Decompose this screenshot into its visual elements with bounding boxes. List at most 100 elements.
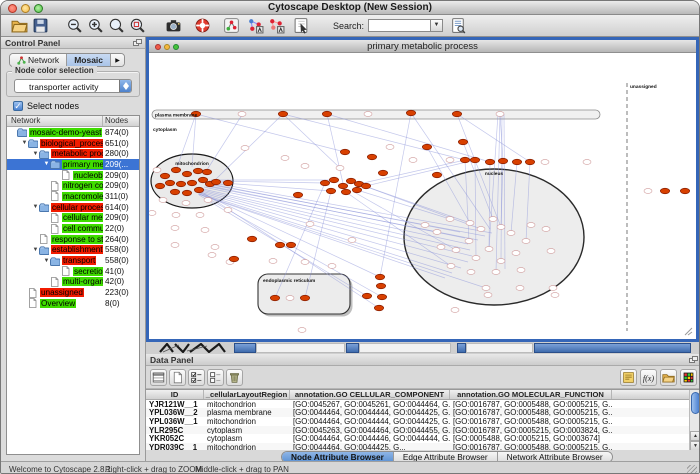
net-node[interactable] — [361, 183, 370, 188]
checkbox-checked-icon[interactable]: ✓ — [13, 101, 23, 111]
tree-row[interactable]: nucleobase-209(0) — [7, 170, 139, 181]
net-node-empty[interactable] — [433, 230, 441, 235]
save-button[interactable] — [30, 16, 50, 36]
net-node[interactable] — [329, 177, 338, 182]
table-column-header[interactable]: _cellularLayoutRegion — [204, 390, 290, 399]
net-node[interactable] — [375, 274, 384, 279]
net-node-empty[interactable] — [485, 247, 493, 252]
net-node[interactable] — [485, 159, 494, 164]
net-node-empty[interactable] — [497, 259, 505, 264]
tree-row[interactable]: ▼transport558(0) — [7, 255, 139, 266]
net-node[interactable] — [452, 111, 461, 116]
search-input[interactable] — [368, 19, 430, 32]
net-node-empty[interactable] — [484, 293, 492, 298]
net-node[interactable] — [155, 183, 164, 188]
net-node-empty[interactable] — [386, 145, 394, 150]
new-attribute-button[interactable] — [169, 369, 186, 386]
vizmapper-network-button[interactable] — [245, 16, 265, 36]
net-node[interactable] — [182, 171, 191, 176]
net-node-empty[interactable] — [204, 198, 212, 203]
zoom-actual-button[interactable] — [106, 16, 126, 36]
disclosure-triangle-icon[interactable]: ▼ — [21, 140, 28, 146]
net-node[interactable] — [340, 149, 349, 154]
tree-row[interactable]: ▼establishment of lo558(0) — [7, 245, 139, 256]
tree-col-network[interactable]: Network — [7, 116, 103, 126]
tree-row[interactable]: ▼primary metabo209(... — [7, 159, 139, 170]
delete-attribute-button[interactable] — [226, 369, 243, 386]
table-row[interactable]: YPL036W__1mitochondrion[GO:0044464, GO:0… — [146, 417, 700, 426]
net-node-empty[interactable] — [477, 227, 485, 232]
disclosure-triangle-icon[interactable]: ▼ — [32, 247, 39, 253]
open-attribute-file-button[interactable] — [660, 369, 677, 386]
net-node-empty[interactable] — [437, 245, 445, 250]
net-node[interactable] — [374, 305, 383, 310]
disclosure-triangle-icon[interactable]: ▼ — [32, 204, 39, 210]
tree-row[interactable]: cell communicat22(0) — [7, 223, 139, 234]
net-node[interactable] — [422, 144, 431, 149]
unselect-all-attributes-button[interactable] — [207, 369, 224, 386]
tree-row[interactable]: nitrogen compo209(0) — [7, 180, 139, 191]
net-node[interactable] — [165, 180, 174, 185]
net-node[interactable] — [352, 187, 361, 192]
net-node-empty[interactable] — [201, 228, 209, 233]
scrollbar-thumb[interactable] — [691, 392, 700, 414]
app-titlebar[interactable]: Cytoscape Desktop (New Session) — [1, 1, 699, 15]
float-data-panel-icon[interactable] — [689, 356, 698, 364]
tree-row[interactable]: cellular metabo209(0) — [7, 213, 139, 224]
net-node-empty[interactable] — [224, 208, 232, 213]
tab-network[interactable]: Network — [10, 54, 67, 66]
disclosure-triangle-icon[interactable]: ▼ — [32, 151, 39, 157]
net-node[interactable] — [247, 236, 256, 241]
net-node[interactable] — [367, 154, 376, 159]
net-node-empty[interactable] — [517, 268, 525, 273]
import-attributes-button[interactable] — [620, 369, 637, 386]
net-node-empty[interactable] — [208, 253, 216, 258]
net-node-empty[interactable] — [542, 227, 550, 232]
net-node-empty[interactable] — [281, 156, 289, 161]
table-column-header[interactable]: annotation.GO CELLULAR_COMPONENT — [290, 390, 450, 399]
net-node-empty[interactable] — [541, 160, 549, 165]
net-node[interactable] — [193, 168, 202, 173]
net-node[interactable] — [458, 139, 467, 144]
net-node[interactable] — [680, 188, 689, 193]
net-node[interactable] — [278, 111, 287, 116]
net-node[interactable] — [512, 159, 521, 164]
net-node-empty[interactable] — [306, 222, 314, 227]
canvas-resize-grip[interactable] — [685, 328, 692, 335]
filter-network-button[interactable] — [266, 16, 286, 36]
net-node-empty[interactable] — [527, 223, 535, 228]
net-node[interactable] — [176, 181, 185, 186]
net-node[interactable] — [182, 190, 191, 195]
net-node-empty[interactable] — [451, 308, 459, 313]
tab-mosaic[interactable]: Mosaic — [67, 54, 111, 66]
table-row[interactable]: YDR039C__1mitochondrion[GO:0044464, GO:0… — [146, 443, 700, 450]
net-node-empty[interactable] — [149, 211, 156, 216]
net-node[interactable] — [362, 293, 371, 298]
net-node[interactable] — [322, 111, 331, 116]
tree-row[interactable]: macromolecule311(0) — [7, 191, 139, 202]
net-node-empty[interactable] — [489, 217, 497, 222]
net-node-empty[interactable] — [644, 189, 652, 194]
annotation-select-button[interactable] — [291, 16, 311, 36]
net-node-empty[interactable] — [551, 293, 559, 298]
net-node[interactable] — [326, 188, 335, 193]
net-node-empty[interactable] — [507, 231, 515, 236]
window-resize-grip[interactable] — [687, 465, 697, 474]
attribute-list-button[interactable] — [150, 369, 167, 386]
net-node-empty[interactable] — [159, 198, 167, 203]
net-node-empty[interactable] — [497, 225, 505, 230]
tree-row[interactable]: response to stimulu264(0) — [7, 234, 139, 245]
scroll-down-icon[interactable]: ▼ — [690, 441, 700, 450]
net-node-empty[interactable] — [409, 158, 417, 163]
network-window-titlebar[interactable]: primary metabolic process — [149, 40, 696, 53]
net-node[interactable] — [275, 242, 284, 247]
net-node-empty[interactable] — [328, 264, 336, 269]
net-node[interactable] — [286, 242, 295, 247]
net-node[interactable] — [470, 157, 479, 162]
net-node-empty[interactable] — [196, 213, 204, 218]
table-column-header[interactable]: annotation.GO MOLECULAR_FUNCTION — [450, 390, 612, 399]
net-node[interactable] — [229, 256, 238, 261]
net-node-empty[interactable] — [512, 251, 520, 256]
network-overview-button[interactable] — [221, 16, 241, 36]
net-node-empty[interactable] — [466, 221, 474, 226]
